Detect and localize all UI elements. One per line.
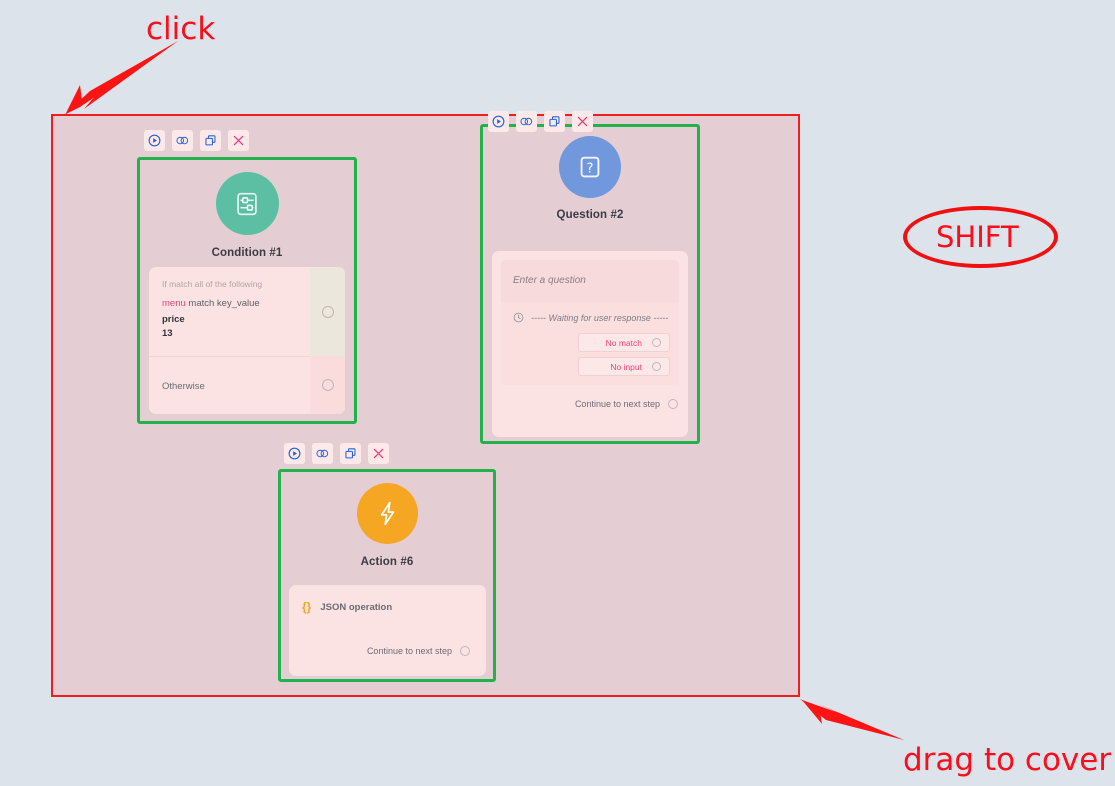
condition-field: price xyxy=(162,314,185,325)
run-icon[interactable] xyxy=(488,111,509,132)
delete-icon[interactable] xyxy=(228,130,249,151)
delete-icon[interactable] xyxy=(572,111,593,132)
link-icon[interactable] xyxy=(312,443,333,464)
question-waiting-text: ----- Waiting for user response ----- xyxy=(531,312,669,323)
condition-expression-rest: match key_value xyxy=(188,298,260,309)
run-icon[interactable] xyxy=(284,443,305,464)
port-dot-icon[interactable] xyxy=(321,305,334,318)
link-icon[interactable] xyxy=(172,130,193,151)
condition-port-otherwise[interactable] xyxy=(310,356,345,414)
link-icon[interactable] xyxy=(516,111,537,132)
question-choice-no-input[interactable]: No input xyxy=(578,357,670,376)
question-continue-label: Continue to next step xyxy=(574,399,660,409)
question-mark-icon: ? xyxy=(559,136,621,198)
port-dot-icon[interactable] xyxy=(652,338,661,347)
condition-match-label: If match all of the following xyxy=(162,279,263,289)
node-condition-header: Condition #1 xyxy=(140,160,354,270)
question-waiting-row: ----- Waiting for user response ----- xyxy=(510,310,670,328)
annotation-drag-arrow xyxy=(800,699,904,740)
condition-value: 13 xyxy=(162,328,173,339)
condition-ports xyxy=(310,267,345,414)
condition-port-match[interactable] xyxy=(310,267,345,356)
sliders-icon xyxy=(215,172,279,235)
action-continue-label: Continue to next step xyxy=(366,646,452,656)
clock-icon xyxy=(513,312,524,323)
node-question-body: Enter a question ----- Waiting for user … xyxy=(492,251,688,437)
port-dot-icon[interactable] xyxy=(668,399,678,409)
action-operation-row[interactable]: {} JSON operation xyxy=(289,585,486,614)
run-icon[interactable] xyxy=(144,130,165,151)
lightning-bolt-icon xyxy=(356,483,418,544)
node-question-title: Question #2 xyxy=(556,209,624,221)
question-choice-no-match[interactable]: No match xyxy=(578,333,670,352)
question-choice-label: No match xyxy=(605,337,642,348)
condition-branch-list: If match all of the following menu match… xyxy=(149,267,310,414)
condition-otherwise-label: Otherwise xyxy=(162,381,205,392)
annotation-shift-label: SHIFT xyxy=(936,220,1019,254)
question-continue-row[interactable]: Continue to next step xyxy=(492,385,688,409)
node-action[interactable]: Action #6 {} JSON operation Continue to … xyxy=(278,469,496,682)
question-prompt-input[interactable]: Enter a question xyxy=(501,260,679,302)
condition-branch-match[interactable]: If match all of the following menu match… xyxy=(149,267,310,356)
port-dot-icon[interactable] xyxy=(652,362,661,371)
curly-braces-icon: {} xyxy=(302,600,312,614)
node-action-header: Action #6 xyxy=(281,472,493,578)
duplicate-icon[interactable] xyxy=(544,111,565,132)
action-continue-row[interactable]: Continue to next step xyxy=(289,614,486,656)
condition-expression-key: menu xyxy=(162,298,186,309)
node-toolbar-condition[interactable] xyxy=(144,130,249,151)
port-dot-icon[interactable] xyxy=(321,379,334,391)
annotation-drag-label: drag to cover xyxy=(903,742,1112,778)
condition-expression: menu match key_value xyxy=(162,298,310,309)
node-condition-body: If match all of the following menu match… xyxy=(149,267,345,414)
duplicate-icon[interactable] xyxy=(340,443,361,464)
node-toolbar-action[interactable] xyxy=(284,443,389,464)
node-question[interactable]: ? Question #2 Enter a question ----- Wai… xyxy=(480,124,700,444)
svg-text:?: ? xyxy=(587,162,594,177)
action-operation-label: JSON operation xyxy=(320,601,393,613)
flow-canvas[interactable]: Condition #1 If match all of the followi… xyxy=(0,0,1115,786)
annotation-click-arrow xyxy=(64,41,178,115)
delete-icon[interactable] xyxy=(368,443,389,464)
condition-branch-otherwise[interactable]: Otherwise xyxy=(149,356,310,392)
question-content: Enter a question ----- Waiting for user … xyxy=(501,260,679,385)
node-action-title: Action #6 xyxy=(360,556,414,568)
duplicate-icon[interactable] xyxy=(200,130,221,151)
question-response-section: ----- Waiting for user response ----- No… xyxy=(501,302,679,385)
question-choice-label: No input xyxy=(610,361,642,372)
node-question-header: ? Question #2 xyxy=(483,127,697,232)
node-condition-title: Condition #1 xyxy=(211,247,283,259)
node-action-body: {} JSON operation Continue to next step xyxy=(289,585,486,676)
port-dot-icon[interactable] xyxy=(460,646,470,656)
node-condition[interactable]: Condition #1 If match all of the followi… xyxy=(137,157,357,424)
node-toolbar-question[interactable] xyxy=(488,111,593,132)
